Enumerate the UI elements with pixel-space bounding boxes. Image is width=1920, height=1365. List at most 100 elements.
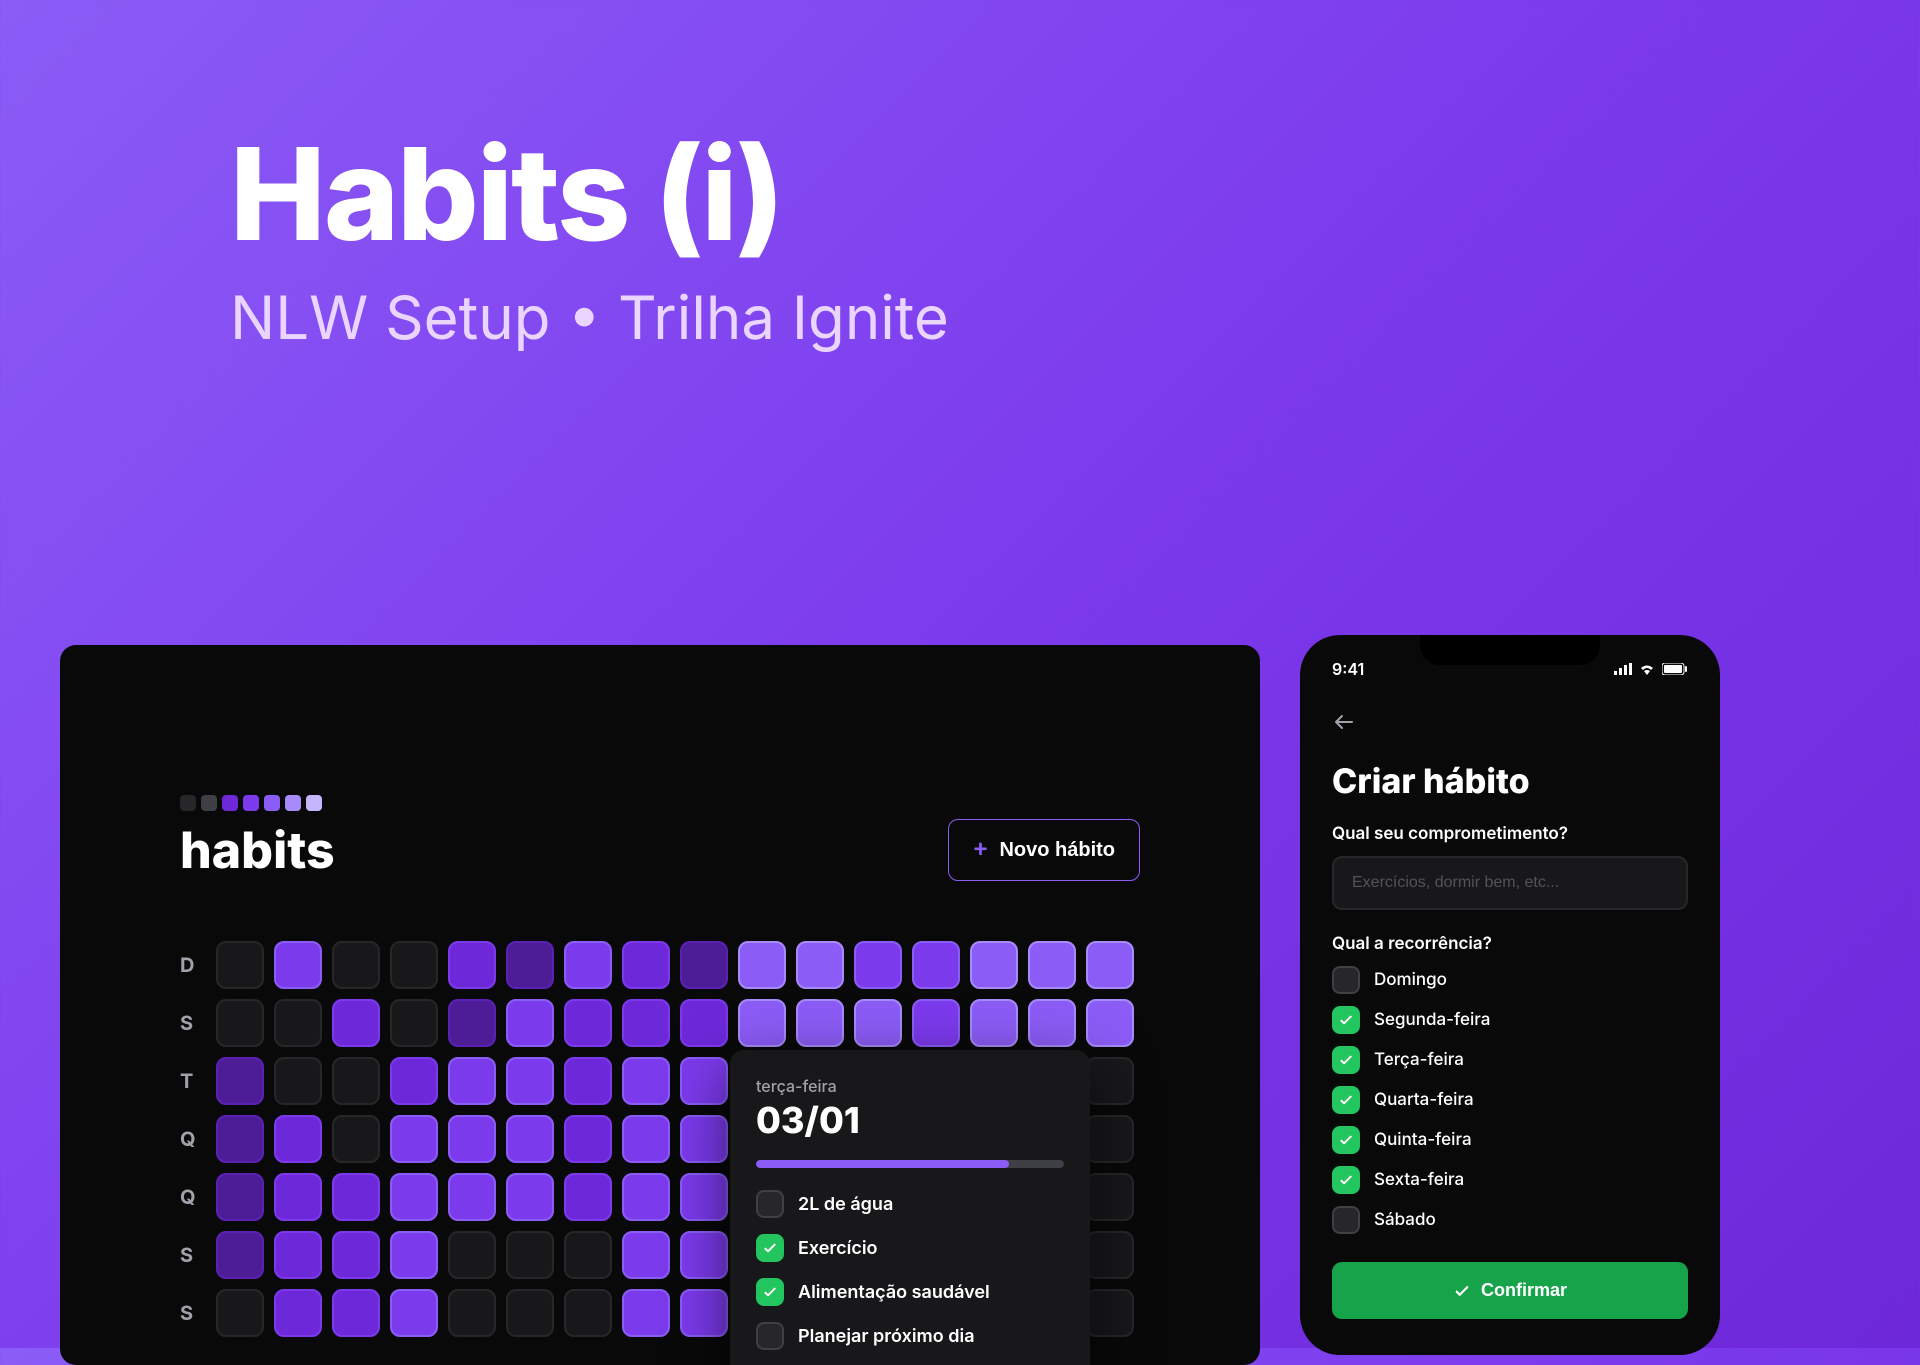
habit-cell[interactable] (1086, 1115, 1134, 1163)
habit-cell[interactable] (332, 941, 380, 989)
checkbox[interactable] (1332, 1006, 1360, 1034)
habit-cell[interactable] (448, 1289, 496, 1337)
habit-cell[interactable] (332, 1289, 380, 1337)
checkbox[interactable] (756, 1190, 784, 1218)
habit-cell[interactable] (564, 1115, 612, 1163)
habit-cell[interactable] (274, 1231, 322, 1279)
checkbox[interactable] (1332, 966, 1360, 994)
habit-cell[interactable] (622, 941, 670, 989)
day-option[interactable]: Quarta-feira (1332, 1086, 1688, 1114)
habit-cell[interactable] (448, 999, 496, 1047)
habit-row[interactable]: Exercício (756, 1234, 1064, 1262)
habit-cell[interactable] (448, 1057, 496, 1105)
habit-cell[interactable] (796, 941, 844, 989)
habit-cell[interactable] (332, 1057, 380, 1105)
habit-cell[interactable] (622, 999, 670, 1047)
habit-cell[interactable] (448, 1115, 496, 1163)
day-option[interactable]: Segunda-feira (1332, 1006, 1688, 1034)
habit-cell[interactable] (680, 999, 728, 1047)
habit-cell[interactable] (506, 999, 554, 1047)
habit-row[interactable]: Alimentação saudável (756, 1278, 1064, 1306)
checkbox[interactable] (1332, 1086, 1360, 1114)
habit-cell[interactable] (274, 1115, 322, 1163)
habit-cell[interactable] (564, 1231, 612, 1279)
habit-cell[interactable] (912, 999, 960, 1047)
habit-row[interactable]: Planejar próximo dia (756, 1322, 1064, 1350)
habit-cell[interactable] (274, 1289, 322, 1337)
habit-cell[interactable] (1086, 1289, 1134, 1337)
habit-cell[interactable] (506, 1057, 554, 1105)
habit-cell[interactable] (796, 999, 844, 1047)
habit-cell[interactable] (448, 941, 496, 989)
habit-cell[interactable] (274, 1173, 322, 1221)
habit-cell[interactable] (274, 999, 322, 1047)
day-option[interactable]: Quinta-feira (1332, 1126, 1688, 1154)
checkbox[interactable] (756, 1234, 784, 1262)
habit-cell[interactable] (390, 999, 438, 1047)
habit-cell[interactable] (564, 1057, 612, 1105)
habit-cell[interactable] (332, 1231, 380, 1279)
day-option[interactable]: Sábado (1332, 1206, 1688, 1234)
habit-cell[interactable] (680, 1173, 728, 1221)
habit-cell[interactable] (216, 1231, 264, 1279)
habit-cell[interactable] (1086, 1231, 1134, 1279)
habit-cell[interactable] (390, 1173, 438, 1221)
day-option[interactable]: Terça-feira (1332, 1046, 1688, 1074)
checkbox[interactable] (756, 1322, 784, 1350)
day-option[interactable]: Sexta-feira (1332, 1166, 1688, 1194)
habit-cell[interactable] (680, 941, 728, 989)
habit-cell[interactable] (1028, 999, 1076, 1047)
habit-cell[interactable] (622, 1289, 670, 1337)
habit-cell[interactable] (390, 1057, 438, 1105)
checkbox[interactable] (1332, 1046, 1360, 1074)
habit-cell[interactable] (1086, 999, 1134, 1047)
habit-cell[interactable] (1086, 941, 1134, 989)
habit-cell[interactable] (854, 941, 902, 989)
habit-cell[interactable] (680, 1115, 728, 1163)
checkbox[interactable] (1332, 1126, 1360, 1154)
habit-cell[interactable] (680, 1289, 728, 1337)
habit-cell[interactable] (506, 941, 554, 989)
habit-cell[interactable] (332, 1173, 380, 1221)
habit-cell[interactable] (274, 941, 322, 989)
new-habit-button[interactable]: + Novo hábito (948, 819, 1140, 881)
habit-cell[interactable] (854, 999, 902, 1047)
habit-cell[interactable] (1028, 941, 1076, 989)
confirm-button[interactable]: Confirmar (1332, 1262, 1688, 1319)
habit-cell[interactable] (738, 999, 786, 1047)
habit-cell[interactable] (970, 999, 1018, 1047)
habit-cell[interactable] (1086, 1173, 1134, 1221)
habit-cell[interactable] (622, 1057, 670, 1105)
habit-cell[interactable] (680, 1057, 728, 1105)
habit-cell[interactable] (506, 1115, 554, 1163)
habit-cell[interactable] (332, 1115, 380, 1163)
back-button[interactable] (1332, 707, 1356, 741)
habit-cell[interactable] (448, 1173, 496, 1221)
habit-cell[interactable] (216, 1115, 264, 1163)
habit-cell[interactable] (564, 1289, 612, 1337)
habit-cell[interactable] (622, 1115, 670, 1163)
habit-cell[interactable] (564, 941, 612, 989)
habit-cell[interactable] (448, 1231, 496, 1279)
habit-cell[interactable] (506, 1173, 554, 1221)
habit-cell[interactable] (390, 941, 438, 989)
checkbox[interactable] (1332, 1166, 1360, 1194)
habit-cell[interactable] (970, 941, 1018, 989)
habit-cell[interactable] (622, 1173, 670, 1221)
habit-cell[interactable] (564, 1173, 612, 1221)
habit-cell[interactable] (738, 941, 786, 989)
habit-cell[interactable] (390, 1231, 438, 1279)
habit-row[interactable]: 2L de água (756, 1190, 1064, 1218)
habit-cell[interactable] (216, 1289, 264, 1337)
checkbox[interactable] (756, 1278, 784, 1306)
habit-cell[interactable] (564, 999, 612, 1047)
habit-cell[interactable] (216, 1173, 264, 1221)
habit-cell[interactable] (1086, 1057, 1134, 1105)
habit-cell[interactable] (506, 1289, 554, 1337)
habit-cell[interactable] (912, 941, 960, 989)
habit-cell[interactable] (390, 1115, 438, 1163)
habit-cell[interactable] (332, 999, 380, 1047)
checkbox[interactable] (1332, 1206, 1360, 1234)
habit-cell[interactable] (274, 1057, 322, 1105)
habit-cell[interactable] (216, 941, 264, 989)
